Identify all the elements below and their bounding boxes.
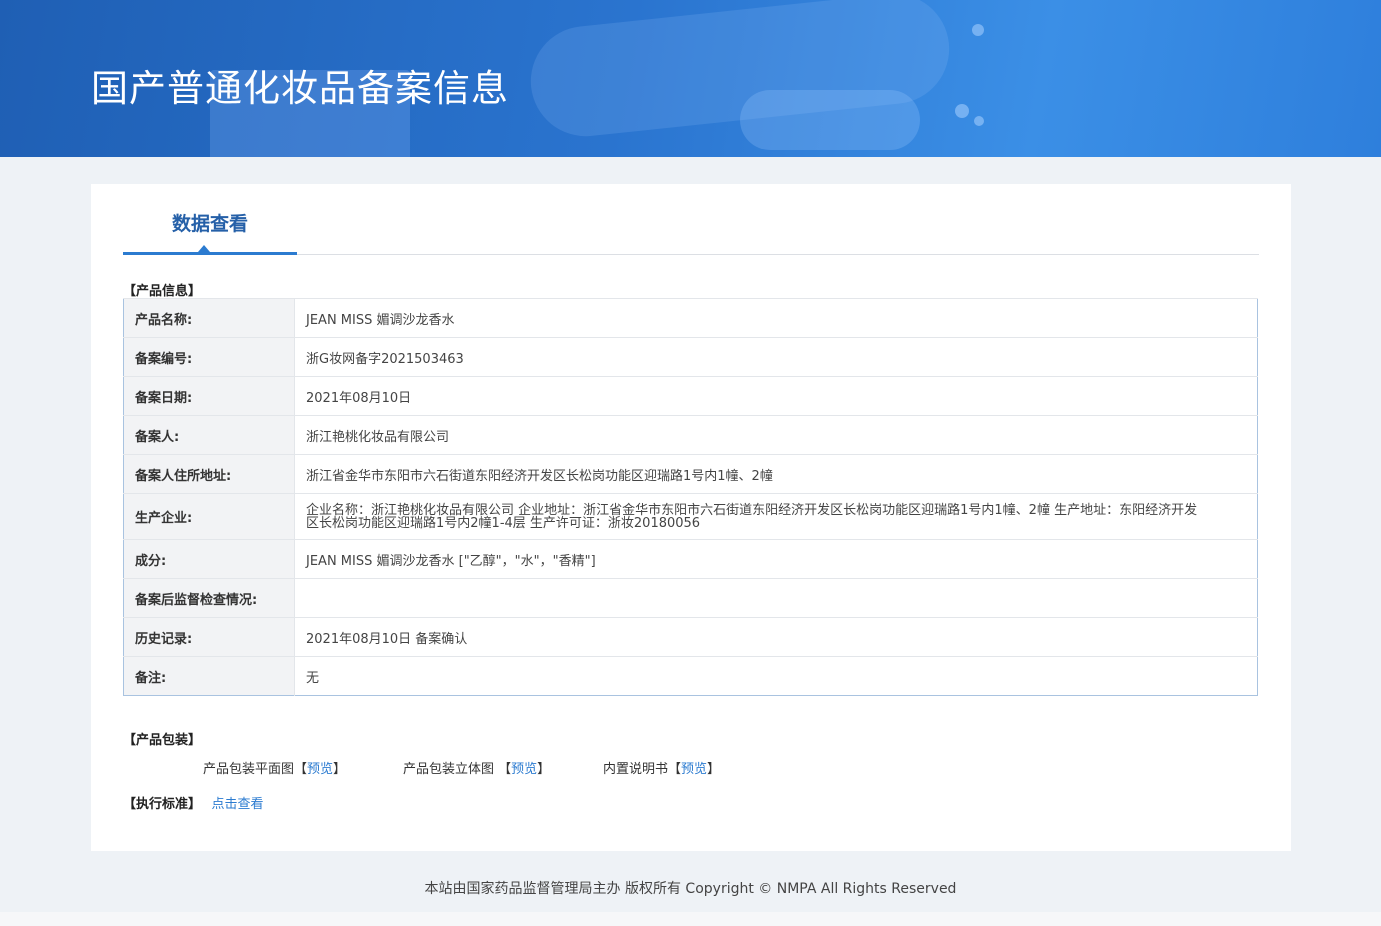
field-label: 备注: [123,656,295,696]
active-tab-caret-icon [198,245,210,252]
content-card: 数据查看 【产品信息】 产品名称: JEAN MISS 媚调沙龙香水 备案编号:… [91,184,1291,851]
preview-link-manual[interactable]: 预览 [681,762,707,777]
standard-section-label: 【执行标准】 [123,797,202,812]
table-row: 备案人: 浙江艳桃化妆品有限公司 [123,415,1258,455]
manufacturer-text: 企业名称：浙江艳桃化妆品有限公司 企业地址：浙江省金华市东阳市六石街道东阳经济开… [306,502,1198,531]
tab-label: 数据查看 [171,213,248,235]
banner-dot [974,116,984,126]
field-value: 浙江艳桃化妆品有限公司 [294,415,1258,455]
field-value: 无 [294,656,1258,696]
field-value: JEAN MISS 媚调沙龙香水 ["乙醇"，"水"，"香精"] [294,539,1258,579]
table-row: 成分: JEAN MISS 媚调沙龙香水 ["乙醇"，"水"，"香精"] [123,539,1258,579]
bracket-close: 】 [333,762,347,777]
field-value: JEAN MISS 媚调沙龙香水 [294,298,1258,338]
footer-copyright: 本站由国家药品监督管理局主办 版权所有 Copyright © NMPA All… [424,881,957,897]
table-row: 备案人住所地址: 浙江省金华市东阳市六石街道东阳经济开发区长松岗功能区迎瑞路1号… [123,454,1258,494]
standard-section: 【执行标准】 点击查看 [123,793,264,812]
field-value: 浙江省金华市东阳市六石街道东阳经济开发区长松岗功能区迎瑞路1号内1幢、2幢 [294,454,1258,494]
page-bottom-strip [0,912,1381,926]
preview-link-flat[interactable]: 预览 [307,762,333,777]
field-label: 备案后监督检查情况: [123,578,295,618]
tab-bar: 数据查看 [123,184,1259,255]
table-row: 备案编号: 浙G妆网备字2021503463 [123,337,1258,377]
bracket-close: 】 [707,762,721,777]
banner-dot [955,104,969,118]
packaging-section-label: 【产品包装】 [123,733,202,748]
field-label: 产品名称: [123,298,295,338]
header-banner: 国产普通化妆品备案信息 [0,0,1381,157]
bracket-open: 【 [294,762,308,777]
field-label: 备案编号: [123,337,295,377]
bracket-open: 【 [494,762,512,777]
field-label: 备案人住所地址: [123,454,295,494]
field-value: 浙G妆网备字2021503463 [294,337,1258,377]
view-standard-link[interactable]: 点击查看 [212,797,264,812]
field-value: 2021年08月10日 备案确认 [294,617,1258,657]
field-label: 生产企业: [123,493,295,540]
page-title: 国产普通化妆品备案信息 [91,67,509,110]
product-info-section-label: 【产品信息】 [123,284,202,299]
table-row: 备案日期: 2021年08月10日 [123,376,1258,416]
tab-data-view[interactable]: 数据查看 [123,184,297,255]
field-label: 备案日期: [123,376,295,416]
field-label: 历史记录: [123,617,295,657]
table-row: 历史记录: 2021年08月10日 备案确认 [123,617,1258,657]
table-row: 备案后监督检查情况: [123,578,1258,618]
table-row: 产品名称: JEAN MISS 媚调沙龙香水 [123,298,1258,338]
banner-decoration [740,90,920,150]
product-info-table: 产品名称: JEAN MISS 媚调沙龙香水 备案编号: 浙G妆网备字20215… [123,298,1258,696]
field-value: 企业名称：浙江艳桃化妆品有限公司 企业地址：浙江省金华市东阳市六石街道东阳经济开… [294,493,1258,540]
table-row: 备注: 无 [123,656,1258,696]
table-row: 生产企业: 企业名称：浙江艳桃化妆品有限公司 企业地址：浙江省金华市东阳市六石街… [123,493,1258,540]
bracket-close: 】 [537,762,551,777]
field-value [294,578,1258,618]
packaging-item-label: 产品包装立体图 [403,762,495,777]
banner-dot [972,24,984,36]
preview-link-3d[interactable]: 预览 [511,762,537,777]
packaging-item: 产品包装立体图 【预览】 [403,758,550,777]
packaging-item-label: 产品包装平面图 [203,762,295,777]
packaging-item-label: 内置说明书 [603,762,669,777]
packaging-item: 内置说明书【预览】 [603,758,720,777]
field-label: 备案人: [123,415,295,455]
packaging-item: 产品包装平面图【预览】 [203,758,346,777]
bracket-open: 【 [668,762,682,777]
field-label: 成分: [123,539,295,579]
field-value: 2021年08月10日 [294,376,1258,416]
